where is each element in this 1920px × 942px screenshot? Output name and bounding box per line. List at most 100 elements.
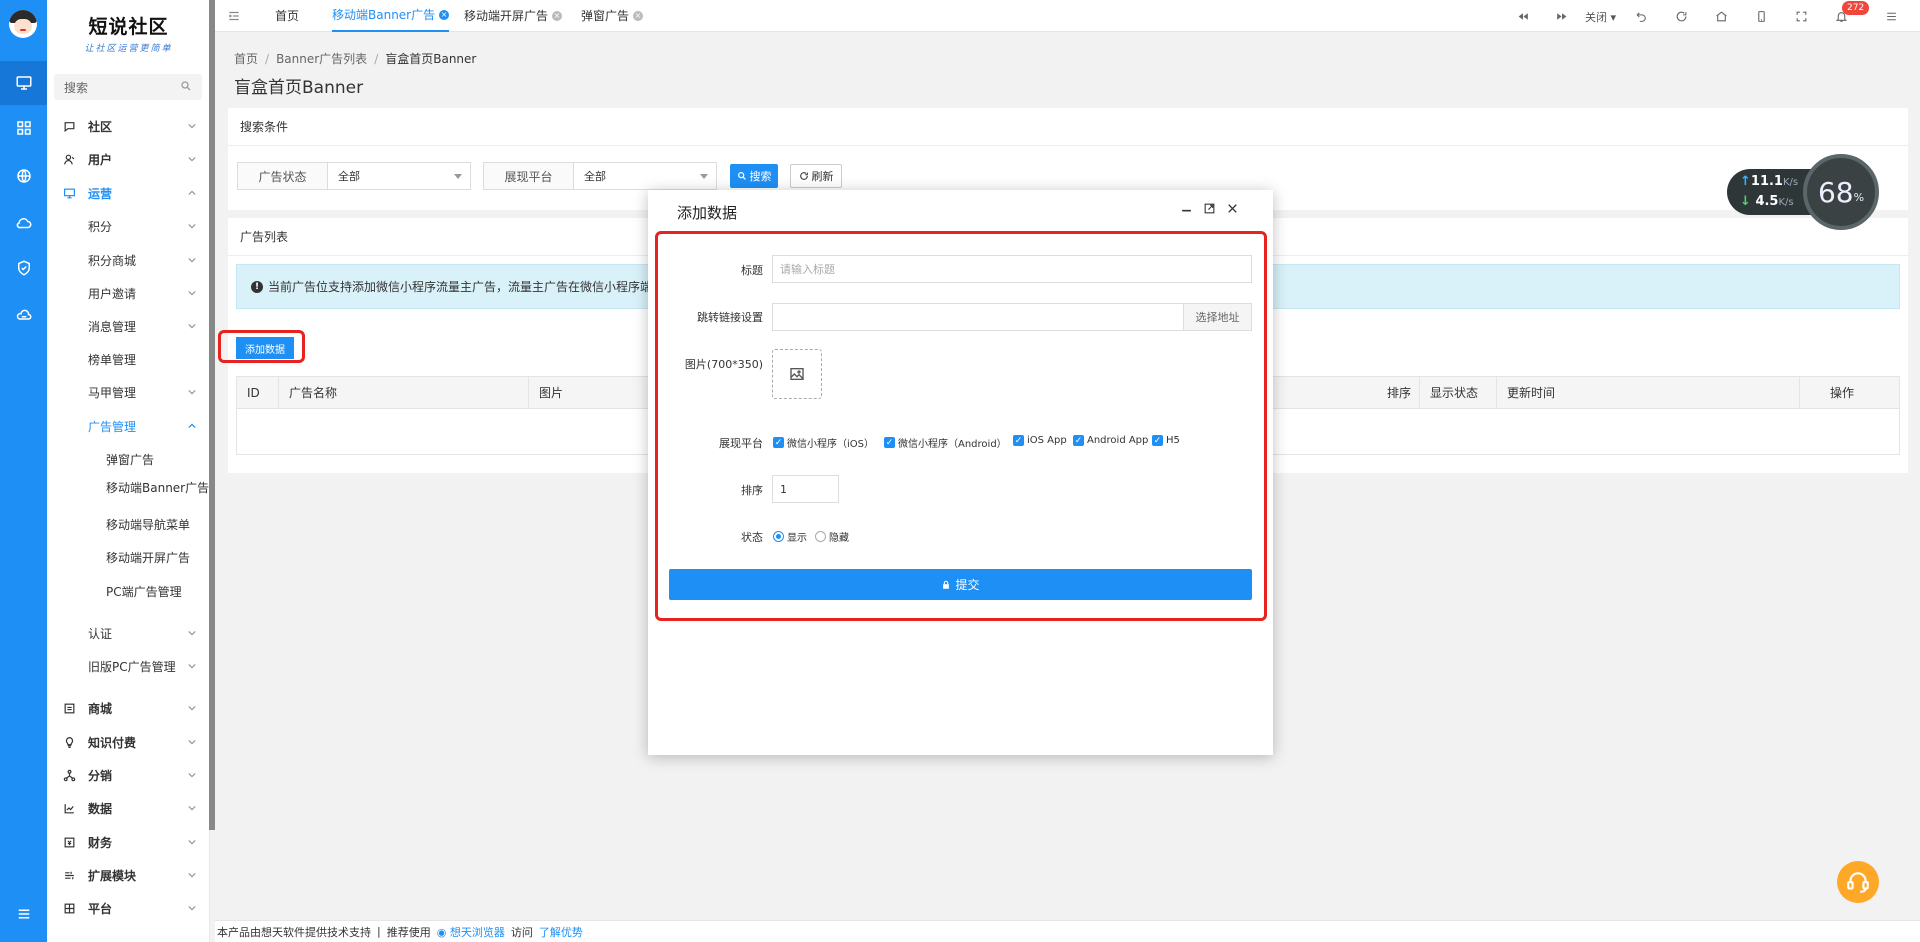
- chevron-down-icon: [188, 904, 196, 912]
- sidebar-item-mobile-banner[interactable]: 移动端Banner广告: [47, 480, 210, 514]
- sidebar-item-label: 移动端导航菜单: [106, 517, 191, 532]
- sidebar-item-ads[interactable]: 广告管理: [47, 414, 210, 438]
- cloud-server-icon[interactable]: [0, 294, 47, 338]
- chevron-down-icon: [188, 256, 196, 264]
- sidebar-item-popup-ads[interactable]: 弹窗广告: [47, 447, 210, 471]
- title-placeholder: 请输入标题: [780, 263, 835, 276]
- link-input[interactable]: [772, 303, 1184, 331]
- submit-label: 提交: [955, 578, 980, 592]
- platform-ios-app-checkbox[interactable]: ✓ iOS App: [1013, 435, 1067, 446]
- customer-service-icon[interactable]: [1837, 861, 1879, 903]
- refresh-icon[interactable]: [1673, 8, 1689, 24]
- logo[interactable]: 短说社区 让社区运营更简单: [47, 0, 210, 60]
- sidebar-item-mobile-nav[interactable]: 移动端导航菜单: [47, 512, 210, 536]
- platform-android-app-checkbox[interactable]: ✓ Android App: [1073, 435, 1148, 446]
- search-button[interactable]: 搜索: [730, 164, 778, 188]
- sort-input[interactable]: 1: [772, 475, 839, 503]
- undo-icon[interactable]: [1633, 8, 1649, 24]
- col-name: 广告名称: [279, 377, 529, 409]
- forward-icon[interactable]: [1553, 8, 1569, 24]
- platform-wechat-ios-checkbox[interactable]: ✓ 微信小程序（iOS）: [773, 435, 874, 450]
- minimize-icon[interactable]: [1180, 202, 1194, 216]
- select-address-button[interactable]: 选择地址: [1183, 303, 1252, 331]
- sidebar-item-label: 移动端Banner广告: [106, 481, 210, 495]
- status-hide-radio[interactable]: 隐藏: [815, 529, 849, 544]
- sidebar-scrollbar[interactable]: [209, 0, 215, 830]
- menu-icon[interactable]: [0, 892, 47, 936]
- sidebar-item-label: PC端广告管理: [106, 584, 182, 599]
- sidebar-item-platform[interactable]: 平台: [47, 896, 210, 920]
- sidebar-item-operation[interactable]: 运营: [47, 181, 210, 205]
- maximize-icon[interactable]: [1203, 202, 1217, 216]
- col-status: 显示状态: [1420, 377, 1497, 409]
- sort-value: 1: [780, 482, 787, 496]
- sidebar-item-community[interactable]: 社区: [47, 114, 210, 138]
- status-show-radio[interactable]: 显示: [773, 529, 807, 544]
- close-icon[interactable]: ×: [439, 10, 450, 20]
- tab-home[interactable]: 首页: [275, 0, 299, 32]
- refresh-button[interactable]: 刷新: [790, 164, 842, 188]
- network-speed-widget[interactable]: ↑11.1K/s ↓ 4.5K/s 68%: [1727, 154, 1879, 230]
- platform-wechat-android-checkbox[interactable]: ✓ 微信小程序（Android）: [884, 435, 1007, 450]
- close-tabs-dropdown[interactable]: 关闭 ▾: [1585, 9, 1616, 25]
- sidebar-item-points[interactable]: 积分: [47, 214, 210, 238]
- rewind-icon[interactable]: [1515, 8, 1531, 24]
- title-label: 标题: [741, 264, 763, 277]
- sidebar-search-input[interactable]: 搜索: [54, 74, 202, 100]
- sidebar-item-extension[interactable]: 扩展模块: [47, 863, 210, 887]
- avatar[interactable]: [9, 10, 37, 38]
- chevron-down-icon: [188, 771, 196, 779]
- learn-more-link[interactable]: 了解优势: [539, 924, 583, 940]
- sidebar-item-certification[interactable]: 认证: [47, 621, 210, 645]
- sidebar-item-old-pc-ads[interactable]: 旧版PC广告管理: [47, 654, 210, 678]
- sidebar-item-knowledge[interactable]: 知识付费: [47, 730, 210, 754]
- title-input[interactable]: 请输入标题: [772, 255, 1252, 283]
- tab-mobile-splash[interactable]: 移动端开屏广告 ×: [464, 0, 563, 32]
- breadcrumb-banner-list[interactable]: Banner广告列表: [276, 52, 367, 66]
- sidebar-item-ranking[interactable]: 榜单管理: [47, 347, 210, 371]
- ad-status-select[interactable]: 广告状态 全部: [237, 162, 471, 190]
- platform-value: 全部: [584, 170, 606, 183]
- close-icon[interactable]: [1226, 202, 1240, 216]
- platform-select[interactable]: 展现平台 全部: [483, 162, 717, 190]
- sidebar-item-messages[interactable]: 消息管理: [47, 314, 210, 338]
- checkbox-label: iOS App: [1027, 435, 1067, 446]
- grid-icon[interactable]: [0, 106, 47, 150]
- chart-icon: [63, 802, 76, 815]
- sidebar-item-mobile-splash[interactable]: 移动端开屏广告: [47, 545, 210, 569]
- cloud-icon[interactable]: [0, 201, 47, 245]
- tab-bar: 首页 移动端Banner广告 × 移动端开屏广告 × 弹窗广告 × 关闭 ▾ 272: [215, 0, 1920, 32]
- sidebar-item-finance[interactable]: 财务: [47, 830, 210, 854]
- image-upload[interactable]: [772, 349, 822, 399]
- sidebar-item-distribution[interactable]: 分销: [47, 763, 210, 787]
- monitor-icon[interactable]: [0, 61, 47, 105]
- close-icon[interactable]: ×: [633, 11, 644, 21]
- home-icon[interactable]: [1713, 8, 1729, 24]
- sidebar-item-label: 扩展模块: [88, 868, 137, 883]
- link-label: 跳转链接设置: [697, 311, 763, 324]
- mobile-icon[interactable]: [1753, 8, 1769, 24]
- tab-popup-ads[interactable]: 弹窗广告 ×: [581, 0, 644, 32]
- platform-h5-checkbox[interactable]: ✓ H5: [1152, 435, 1180, 446]
- shield-icon[interactable]: [0, 246, 47, 290]
- user-icon: [63, 153, 76, 166]
- sidebar-toggle-icon[interactable]: [227, 9, 241, 23]
- sidebar-item-invite[interactable]: 用户邀请: [47, 281, 210, 305]
- breadcrumb: 首页 / Banner广告列表 / 盲盒首页Banner: [234, 52, 477, 66]
- extension-icon: [63, 869, 76, 882]
- sidebar-item-vest[interactable]: 马甲管理: [47, 380, 210, 404]
- search-button-label: 搜索: [749, 170, 772, 183]
- browser-link[interactable]: ◉ 想天浏览器: [437, 924, 505, 940]
- globe-icon[interactable]: [0, 154, 47, 198]
- sidebar-item-data[interactable]: 数据: [47, 796, 210, 820]
- tab-mobile-banner[interactable]: 移动端Banner广告 ×: [332, 0, 450, 32]
- sidebar-item-points-mall[interactable]: 积分商城: [47, 248, 210, 272]
- sidebar-item-pc-ads[interactable]: PC端广告管理: [47, 579, 210, 603]
- sidebar-item-shop[interactable]: 商城: [47, 696, 210, 720]
- sidebar-item-user[interactable]: 用户: [47, 147, 210, 171]
- more-menu-icon[interactable]: [1883, 8, 1899, 24]
- submit-button[interactable]: 提交: [669, 569, 1252, 600]
- close-icon[interactable]: ×: [552, 11, 563, 21]
- breadcrumb-home[interactable]: 首页: [234, 52, 258, 66]
- fullscreen-icon[interactable]: [1793, 8, 1809, 24]
